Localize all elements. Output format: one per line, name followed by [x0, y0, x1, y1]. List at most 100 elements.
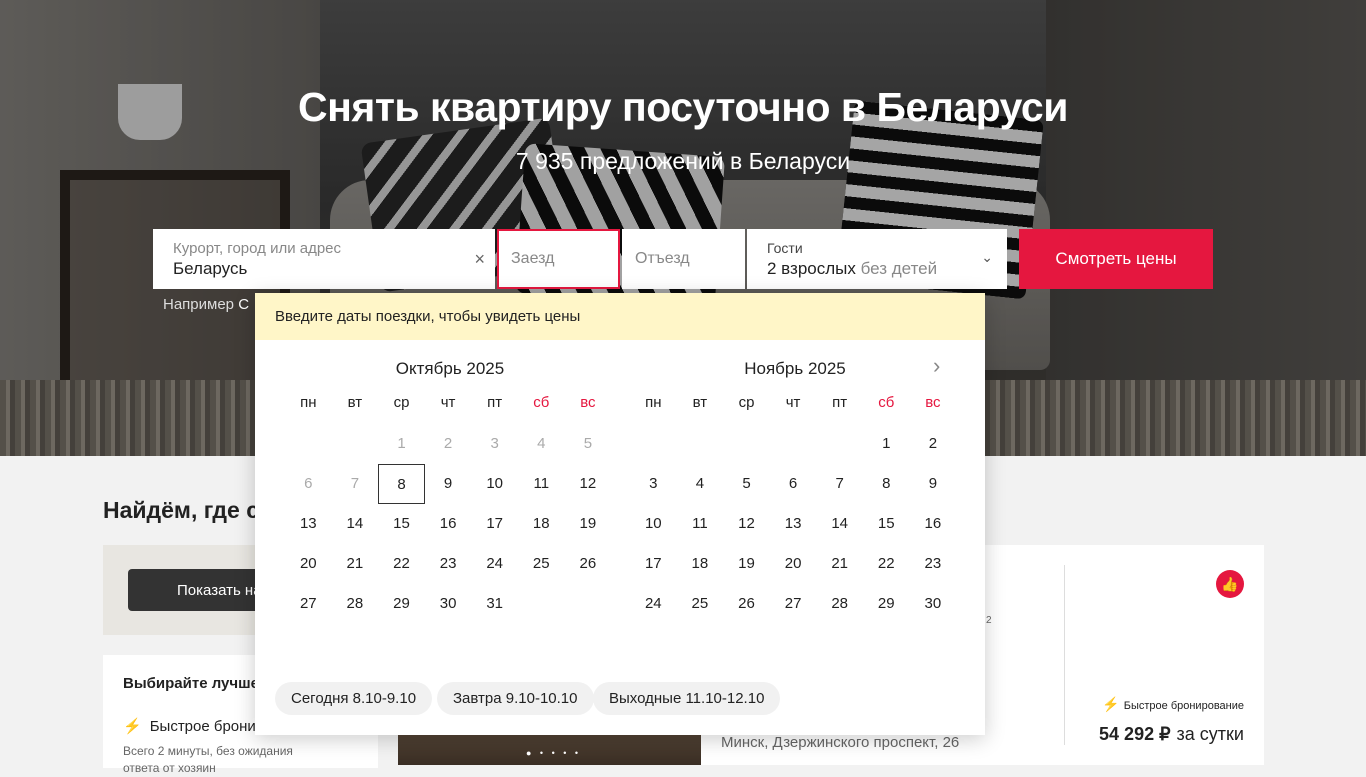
calendar-day[interactable]: 12 [565, 464, 612, 504]
calendar-day[interactable]: 29 [378, 584, 425, 624]
guests-value: 2 взрослых без детей [767, 259, 987, 279]
calendar-day[interactable]: 10 [630, 504, 677, 544]
calendar-day[interactable]: 27 [770, 584, 817, 624]
calendar-day[interactable]: 31 [471, 584, 518, 624]
month-november: Ноябрь 2025 пн вт ср чт пт сб вс 1 2 3 4 5 6 7 8 9 10 11 1… [630, 340, 960, 624]
calendar-day[interactable]: 15 [863, 504, 910, 544]
calendar-day[interactable]: 14 [332, 504, 379, 544]
clear-icon[interactable]: × [474, 249, 485, 270]
calendar-day[interactable]: 6 [770, 464, 817, 504]
calendar-day[interactable]: 28 [332, 584, 379, 624]
calendar-day: 5 [583, 435, 593, 452]
calendar-day[interactable]: 3 [630, 464, 677, 504]
weekday-label: пн [645, 394, 662, 411]
calendar-day[interactable]: 17 [630, 544, 677, 584]
weekday-label: сб [878, 394, 895, 411]
calendar-day[interactable]: 23 [910, 544, 957, 584]
weekday-label: вт [347, 394, 363, 411]
weekday-label: чт [785, 394, 801, 411]
page-title: Снять квартиру посуточно в Беларуси [298, 84, 1068, 130]
search-button[interactable]: Смотреть цены [1019, 229, 1213, 289]
calendar-day[interactable]: 1 [863, 424, 910, 464]
calendar-day[interactable]: 20 [770, 544, 817, 584]
fast-booking-badge-label: Быстрое бронирование [1123, 700, 1244, 712]
location-label: Курорт, город или адрес [173, 240, 342, 257]
calendar-day[interactable]: 11 [518, 464, 565, 504]
weekday-label: вс [580, 394, 596, 411]
quick-date-weekend[interactable]: Выходные 11.10-12.10 [593, 682, 781, 715]
example-link[interactable]: С [238, 296, 249, 313]
date-hint: Введите даты поездки, чтобы увидеть цены [255, 293, 985, 340]
calendar-day[interactable]: 25 [677, 584, 724, 624]
calendar-day[interactable]: 9 [425, 464, 472, 504]
calendar-day[interactable]: 13 [770, 504, 817, 544]
calendar-day[interactable]: 22 [863, 544, 910, 584]
calendar-day[interactable]: 30 [910, 584, 957, 624]
calendar-day[interactable]: 10 [471, 464, 518, 504]
calendar-day[interactable]: 18 [518, 504, 565, 544]
calendar-day[interactable]: 24 [630, 584, 677, 624]
benefits-title: Выбирайте лучше [123, 675, 259, 692]
area-unit: 2 [986, 615, 992, 626]
calendar-day[interactable]: 27 [285, 584, 332, 624]
calendar-day[interactable]: 8 [863, 464, 910, 504]
photo-pagination[interactable]: ● • • • • [526, 748, 581, 758]
guests-label: Гости [767, 240, 803, 256]
calendar-day[interactable]: 28 [816, 584, 863, 624]
checkout-input[interactable]: Отъезд [622, 229, 745, 289]
checkin-input[interactable]: Заезд [497, 229, 620, 289]
calendar-day[interactable]: 17 [471, 504, 518, 544]
quick-date-today[interactable]: Сегодня 8.10-9.10 [275, 682, 433, 715]
calendar-day[interactable]: 21 [816, 544, 863, 584]
location-field[interactable]: Курорт, город или адрес Беларусь × [153, 229, 495, 289]
calendar-day[interactable]: 15 [378, 504, 425, 544]
weekday-label: пт [832, 394, 848, 411]
calendar-day[interactable]: 7 [816, 464, 863, 504]
calendar-day[interactable]: 11 [677, 504, 724, 544]
calendar-day[interactable]: 14 [816, 504, 863, 544]
month-october: Октябрь 2025 пн вт ср чт пт сб вс 1 2 3 4 5 6 7 8 9 10 11… [285, 340, 615, 624]
calendar-day[interactable]: 4 [677, 464, 724, 504]
location-input[interactable]: Беларусь [173, 259, 475, 279]
weekday-label: ср [738, 394, 755, 411]
calendar-day[interactable]: 26 [565, 544, 612, 584]
lightning-icon: ⚡ [123, 718, 142, 735]
calendar-day[interactable]: 2 [910, 424, 957, 464]
calendar-day[interactable]: 30 [425, 584, 472, 624]
chevron-down-icon: ⌄ [981, 249, 993, 265]
calendar-day[interactable]: 25 [518, 544, 565, 584]
calendar-day: 6 [304, 475, 313, 492]
guests-children: без детей [860, 259, 938, 278]
calendar-day[interactable]: 9 [910, 464, 957, 504]
guests-selector[interactable]: Гости 2 взрослых без детей ⌄ [747, 229, 1007, 289]
calendar-day[interactable]: 16 [910, 504, 957, 544]
calendar-day[interactable]: 13 [285, 504, 332, 544]
calendar-day[interactable]: 12 [723, 504, 770, 544]
calendar-day[interactable]: 21 [332, 544, 379, 584]
calendar-day[interactable]: 26 [723, 584, 770, 624]
weekday-label: чт [440, 394, 456, 411]
price-unit: за сутки [1176, 724, 1244, 744]
calendar-day-today[interactable]: 8 [378, 464, 425, 504]
weekday-label: пн [300, 394, 317, 411]
chevron-right-icon[interactable]: › [933, 353, 940, 379]
calendar-day[interactable]: 19 [723, 544, 770, 584]
calendar-day[interactable]: 24 [471, 544, 518, 584]
calendar-day[interactable]: 23 [425, 544, 472, 584]
calendar-day[interactable]: 19 [565, 504, 612, 544]
calendar-day[interactable]: 22 [378, 544, 425, 584]
calendar-day[interactable]: 16 [425, 504, 472, 544]
calendar-day[interactable]: 18 [677, 544, 724, 584]
quick-date-tomorrow[interactable]: Завтра 9.10-10.10 [437, 682, 594, 715]
offers-count: 7 935 предложений в Беларуси [515, 148, 851, 174]
weekday-label: ср [393, 394, 410, 411]
lightning-icon: ⚡ [1102, 696, 1120, 712]
date-picker-popup: Введите даты поездки, чтобы увидеть цены… [255, 293, 985, 735]
calendar-day[interactable]: 5 [723, 464, 770, 504]
listing-price: 54 292 ₽ за сутки [1099, 724, 1244, 745]
weekday-label: сб [533, 394, 550, 411]
thumbs-up-icon[interactable]: 👍 [1216, 570, 1244, 598]
calendar-day[interactable]: 29 [863, 584, 910, 624]
weekday-label: пт [487, 394, 503, 411]
calendar-day[interactable]: 20 [285, 544, 332, 584]
